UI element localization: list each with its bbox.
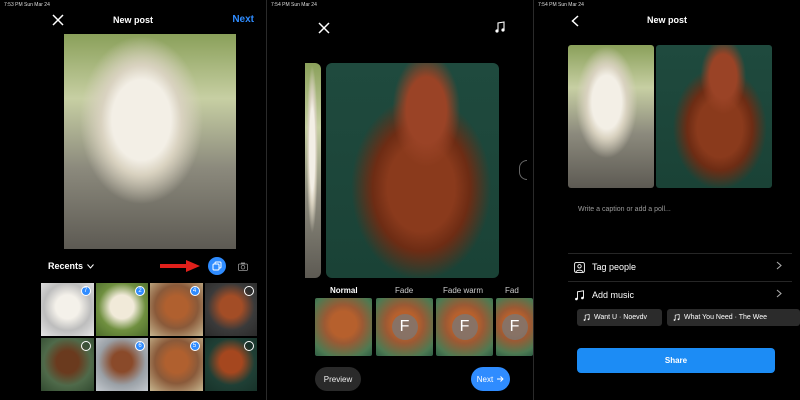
chevron-down-icon — [87, 263, 94, 269]
filter-thumb-fade[interactable]: F — [376, 298, 433, 356]
gallery-thumb[interactable]: 6 — [95, 338, 148, 391]
status-time: 7:54 PM — [271, 2, 290, 8]
selection-badge: 5 — [189, 341, 200, 351]
filter-label-fade-warm[interactable]: Fade warm — [443, 286, 483, 295]
status-bar: 7:54 PM Sun Mar 24 — [538, 2, 584, 8]
music-note-icon — [673, 314, 680, 321]
music-note-icon[interactable] — [492, 19, 508, 35]
filter-label-normal[interactable]: Normal — [330, 286, 358, 295]
recents-label: Recents — [48, 261, 84, 271]
gallery-thumb[interactable]: 2 — [95, 283, 148, 336]
status-date: Sun Mar 24 — [291, 2, 317, 8]
status-date: Sun Mar 24 — [24, 2, 50, 8]
music-chip-label: What You Need · The Wee — [684, 314, 768, 321]
status-time: 7:53 PM — [4, 2, 23, 8]
music-note-icon — [575, 289, 584, 300]
filter-label-fade[interactable]: Fade — [395, 286, 413, 295]
filter-letter: F — [451, 314, 478, 340]
filter-thumb-normal[interactable] — [315, 298, 372, 356]
tag-people-row[interactable]: Tag people — [574, 256, 782, 278]
preview-label: Preview — [323, 374, 353, 384]
new-post-details-screen: 7:54 PM Sun Mar 24 New post Write a capt… — [534, 0, 800, 400]
selection-badge: 4 — [189, 286, 200, 296]
page-title: New post — [112, 15, 153, 25]
filter-screen: 7:54 PM Sun Mar 24 Normal Fade Fade warm… — [267, 0, 533, 400]
selection-circle — [244, 341, 254, 351]
red-arrow-annotation — [160, 260, 200, 272]
selection-circle — [244, 286, 254, 296]
share-button[interactable]: Share — [577, 348, 775, 373]
gallery-thumb[interactable] — [204, 338, 257, 391]
arrow-right-icon — [497, 376, 504, 382]
gallery-grid: 7 2 4 6 5 — [41, 283, 257, 391]
divider — [568, 281, 792, 282]
music-chip-label: Want U · Noevdv — [594, 314, 648, 321]
filter-thumb-fade-warm[interactable]: F — [436, 298, 493, 356]
filter-letter: F — [501, 314, 528, 340]
add-music-label: Add music — [592, 290, 635, 300]
gallery-thumb[interactable]: 7 — [41, 283, 94, 336]
next-button[interactable]: Next — [232, 14, 254, 25]
preview-button[interactable]: Preview — [315, 367, 361, 391]
new-post-select-screen: 7:53 PM Sun Mar 24 New post Next Recents… — [0, 0, 266, 400]
chevron-right-icon — [776, 261, 782, 273]
music-suggestion-chip[interactable]: Want U · Noevdv — [577, 309, 662, 326]
status-bar: 7:53 PM Sun Mar 24 — [4, 2, 50, 8]
close-icon[interactable] — [316, 20, 332, 36]
previous-photo-peek[interactable] — [305, 63, 321, 278]
next-label: Next — [476, 374, 494, 384]
camera-icon[interactable] — [236, 259, 250, 273]
selected-photo-preview — [64, 34, 236, 249]
selection-badge: 6 — [135, 341, 145, 351]
caption-input[interactable]: Write a caption or add a poll... — [578, 206, 671, 213]
status-time: 7:54 PM — [538, 2, 557, 8]
music-note-icon — [583, 314, 590, 321]
status-bar: 7:54 PM Sun Mar 24 — [271, 2, 317, 8]
divider — [568, 253, 792, 254]
recents-dropdown[interactable]: Recents — [48, 261, 94, 271]
multi-select-icon — [212, 261, 222, 271]
gallery-thumb[interactable] — [204, 283, 257, 336]
gallery-thumb[interactable] — [41, 338, 94, 391]
gallery-thumb[interactable]: 4 — [150, 283, 203, 336]
chevron-right-icon — [776, 289, 782, 301]
selection-badge: 2 — [135, 286, 145, 296]
status-date: Sun Mar 24 — [558, 2, 584, 8]
add-music-row[interactable]: Add music — [574, 284, 782, 306]
selection-badge: 7 — [80, 286, 91, 296]
filter-thumb-partial[interactable]: F — [496, 298, 533, 356]
next-button[interactable]: Next — [471, 367, 510, 391]
filter-letter: F — [391, 314, 418, 340]
filter-labels: Normal Fade Fade warm Fad — [267, 286, 533, 298]
current-photo — [326, 63, 499, 278]
next-photo-peek[interactable] — [519, 160, 527, 180]
post-photo-2[interactable] — [656, 45, 772, 188]
tag-person-icon — [574, 261, 585, 273]
page-title: New post — [646, 15, 687, 25]
filter-label-fade-partial[interactable]: Fad — [505, 286, 519, 295]
select-multiple-button[interactable] — [208, 257, 226, 275]
tag-people-label: Tag people — [592, 262, 637, 272]
post-photo-1[interactable] — [568, 45, 654, 188]
selection-circle — [80, 341, 91, 351]
music-suggestion-chip[interactable]: What You Need · The Wee — [667, 309, 800, 326]
gallery-thumb[interactable]: 5 — [150, 338, 203, 391]
share-label: Share — [664, 356, 688, 365]
